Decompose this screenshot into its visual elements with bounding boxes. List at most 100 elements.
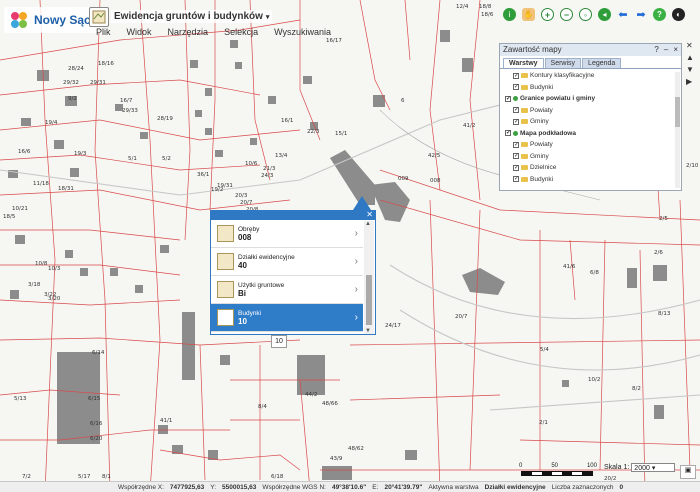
- panel-scroll-thumb[interactable]: [675, 97, 680, 127]
- tab-warstwy[interactable]: Warstwy: [503, 58, 544, 68]
- parcel-label: 41/1: [160, 418, 172, 424]
- layer-group-row[interactable]: ✓ Granice powiatu i gminy: [503, 93, 678, 105]
- chevron-down-icon[interactable]: ▾: [266, 13, 270, 21]
- parcel-label: 2/6: [654, 250, 663, 256]
- popup-row-text: Obręby 008: [238, 226, 259, 242]
- parcel-label: 6/20: [90, 436, 103, 442]
- layer-row[interactable]: ✓ Dzielnice: [503, 162, 678, 174]
- layer-checkbox[interactable]: ✓: [513, 141, 519, 148]
- close-icon[interactable]: ×: [673, 44, 678, 56]
- chevron-right-icon[interactable]: ›: [355, 284, 358, 295]
- parcel-label: 19/3: [74, 151, 87, 157]
- menu-bar: Plik Widok Narzędzia Selekcja Wyszukiwan…: [88, 27, 331, 40]
- pan-hand-icon[interactable]: ✋: [522, 8, 535, 21]
- chevron-right-icon[interactable]: ›: [355, 228, 358, 239]
- help-icon[interactable]: ?: [653, 8, 666, 21]
- chevron-up-icon[interactable]: ▲: [686, 53, 694, 62]
- popup-result-row[interactable]: Obręby 008 ›: [211, 220, 363, 248]
- parcel-label: 8/4: [258, 404, 267, 410]
- popup-result-row[interactable]: Budynki 10 ›: [211, 304, 363, 332]
- parcel-label: 21/3: [263, 166, 276, 172]
- popup-row-text: Budynki 10: [238, 310, 261, 326]
- parcel-label: 41/6: [563, 264, 576, 270]
- layer-checkbox[interactable]: ✓: [513, 107, 519, 114]
- layer-checkbox[interactable]: ✓: [513, 118, 519, 125]
- scale-select[interactable]: 2000 ▾: [631, 463, 676, 472]
- parcel-label: 5/1: [128, 156, 137, 162]
- menu-selekcja[interactable]: Selekcja: [216, 27, 266, 40]
- popup-page-indicator: 10: [271, 335, 287, 348]
- chevron-down-icon[interactable]: ▼: [686, 65, 694, 74]
- popup-result-row[interactable]: Działki ewidencyjne 40 ›: [211, 248, 363, 276]
- tab-serwisy[interactable]: Serwisy: [544, 58, 582, 68]
- chevron-down-icon[interactable]: ▼: [365, 328, 371, 334]
- tab-legenda[interactable]: Legenda: [582, 58, 622, 68]
- scale-label: Skala 1:: [604, 464, 630, 471]
- chevron-right-icon[interactable]: ›: [355, 256, 358, 267]
- zoom-out-icon[interactable]: −: [560, 8, 573, 21]
- previous-extent-icon[interactable]: ◂: [598, 8, 611, 21]
- parcel-label: 6/8: [590, 270, 599, 276]
- layer-checkbox[interactable]: ✓: [513, 176, 519, 183]
- layer-row[interactable]: ✓ Powiaty: [503, 105, 678, 117]
- scale-bar-label: 0: [519, 463, 523, 469]
- chevron-up-icon[interactable]: ▲: [365, 221, 371, 227]
- layer-row[interactable]: ✓ Budynki: [503, 82, 678, 94]
- layer-row[interactable]: ✓ Powiaty: [503, 139, 678, 151]
- chevron-right-icon[interactable]: ›: [355, 312, 358, 323]
- zoom-extent-icon[interactable]: ◦: [579, 8, 592, 21]
- layer-visible-icon: [513, 96, 518, 102]
- layer-label: Gminy: [530, 152, 549, 160]
- minimize-icon[interactable]: –: [664, 44, 668, 56]
- parcel-label: 5/17: [78, 474, 91, 480]
- layer-checkbox[interactable]: ✓: [513, 84, 519, 91]
- parcel-label: 22/3: [307, 129, 320, 135]
- layer-row[interactable]: ✓ Gminy: [503, 116, 678, 128]
- chevron-right-icon[interactable]: ▶: [686, 77, 694, 86]
- parcel-label: 6: [401, 98, 405, 104]
- layer-checkbox[interactable]: ✓: [513, 72, 519, 79]
- forward-arrow-icon[interactable]: ➡: [635, 8, 647, 21]
- popup-result-row[interactable]: Użytki gruntowe Bi ›: [211, 276, 363, 304]
- parcel-label: 5/2: [162, 156, 171, 162]
- layer-row[interactable]: ✓ Gminy: [503, 151, 678, 163]
- popup-scroll-thumb[interactable]: [366, 275, 372, 325]
- layer-row[interactable]: ✓ Kontury klasyfikacyjne: [503, 70, 678, 82]
- popup-header: ✕: [211, 210, 375, 220]
- parcel-label: 28/19: [157, 116, 173, 122]
- app-icon[interactable]: [89, 7, 109, 27]
- folder-icon: [521, 73, 528, 79]
- info-icon[interactable]: i: [503, 8, 516, 21]
- city-logo[interactable]: Nowy Sącz: [4, 7, 101, 33]
- menu-wyszukiwania[interactable]: Wyszukiwania: [266, 27, 339, 40]
- parcel-label: 10/3: [48, 266, 61, 272]
- menu-plik[interactable]: Plik: [88, 27, 119, 40]
- layer-row[interactable]: ✓ Budynki: [503, 174, 678, 186]
- parcel-label: 42/5: [428, 153, 441, 159]
- overview-map-icon[interactable]: ▣: [680, 465, 696, 479]
- layer-group-row[interactable]: ✓ Mapa podkładowa: [503, 128, 678, 140]
- layer-checkbox[interactable]: ✓: [505, 95, 511, 102]
- panel-tabs: Warstwy Serwisy Legenda: [500, 56, 681, 69]
- parcel-label: 44/2: [305, 392, 317, 398]
- layer-label: Mapa podkładowa: [520, 129, 576, 137]
- folder-icon: [521, 176, 528, 182]
- layer-checkbox[interactable]: ✓: [513, 164, 519, 171]
- options-icon[interactable]: ◐: [672, 8, 685, 21]
- zoom-in-icon[interactable]: +: [541, 8, 554, 21]
- layer-checkbox[interactable]: ✓: [505, 130, 511, 137]
- parcel-label: 6/18: [271, 474, 284, 480]
- map-sheet-icon: [217, 309, 234, 326]
- layer-checkbox[interactable]: ✓: [513, 153, 519, 160]
- map-sheet-icon: [217, 253, 234, 270]
- help-icon[interactable]: ?: [654, 44, 658, 56]
- menu-widok[interactable]: Widok: [119, 27, 160, 40]
- popup-scrollbar[interactable]: ▲ ▼: [364, 221, 374, 334]
- panel-scrollbar[interactable]: [675, 72, 680, 188]
- close-icon[interactable]: ✕: [366, 210, 373, 219]
- menu-narzedzia[interactable]: Narzędzia: [160, 27, 217, 40]
- parcel-label: 16/7: [120, 98, 133, 104]
- close-icon[interactable]: ✕: [686, 41, 694, 50]
- layer-visible-icon: [513, 130, 518, 136]
- back-arrow-icon[interactable]: ⬅: [617, 8, 629, 21]
